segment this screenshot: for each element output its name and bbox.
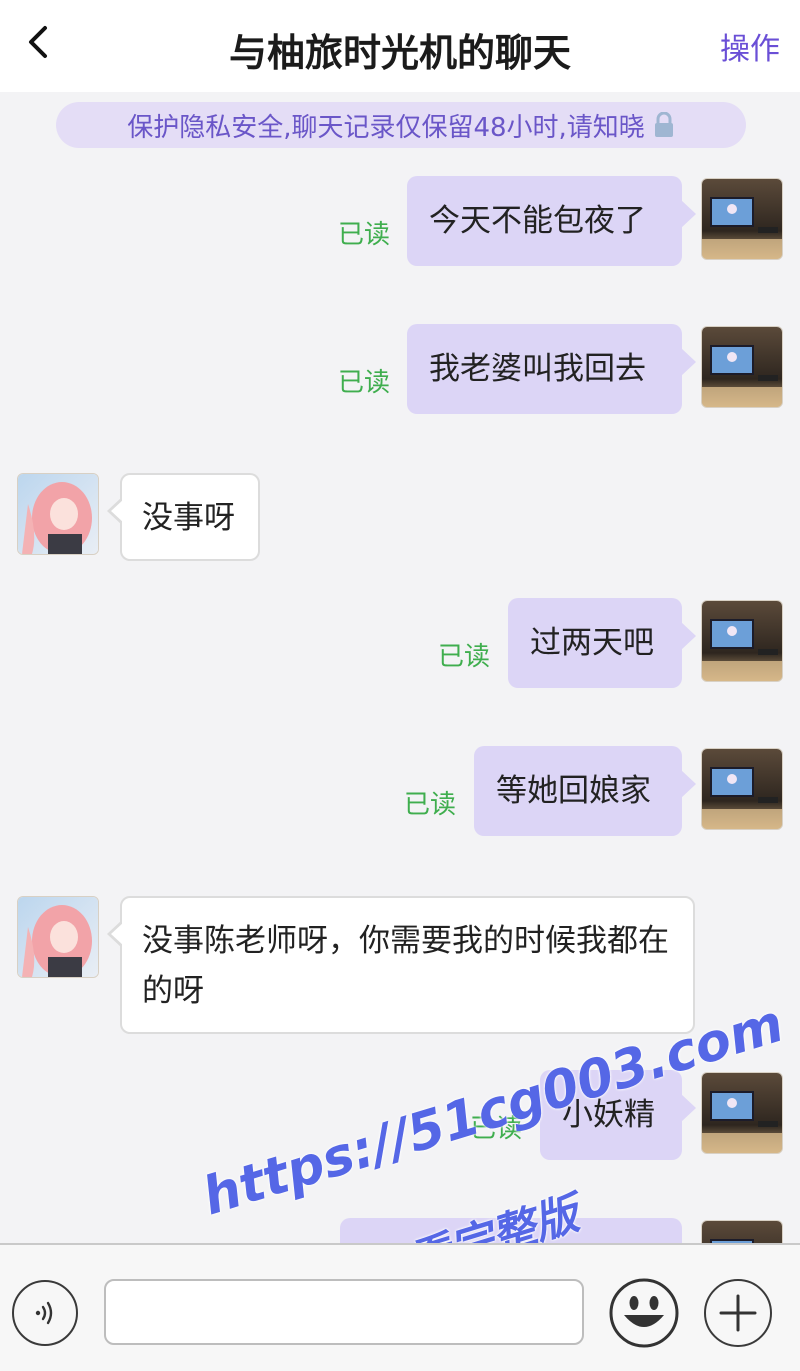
lock-icon [653, 112, 675, 138]
operation-button[interactable]: 操作 [720, 24, 780, 68]
privacy-notice: 保护隐私安全,聊天记录仅保留48小时,请知晓 [56, 102, 746, 148]
contact-avatar[interactable] [17, 473, 99, 555]
self-avatar[interactable] [701, 748, 783, 830]
voice-button[interactable] [12, 1280, 78, 1346]
self-avatar[interactable] [701, 178, 783, 260]
message-bubble-outgoing[interactable]: 过两天吧 [508, 598, 696, 688]
read-status: 已读 [438, 642, 491, 672]
emoji-button[interactable] [608, 1277, 680, 1349]
plus-icon [719, 1294, 757, 1332]
message-bubble-outgoing[interactable]: 今天不能包夜了 [407, 176, 696, 266]
contact-avatar[interactable] [17, 896, 99, 978]
top-bar: 与柚旅时光机的聊天 操作 [0, 0, 800, 92]
self-avatar[interactable] [701, 326, 783, 408]
read-status: 已读 [338, 220, 391, 250]
read-status: 已读 [338, 368, 391, 398]
message-bubble-incoming[interactable]: 没事陈老师呀，你需要我的时候我都在的呀 [107, 896, 695, 1034]
emoji-icon [609, 1278, 679, 1348]
self-avatar[interactable] [701, 1072, 783, 1154]
message-bubble-outgoing[interactable]: 我老婆叫我回去 [407, 324, 696, 414]
more-button[interactable] [704, 1279, 772, 1347]
message-bubble-incoming[interactable]: 没事呀 [107, 473, 260, 561]
input-bar [0, 1243, 800, 1371]
read-status: 已读 [404, 790, 457, 820]
voice-icon [35, 1301, 53, 1325]
message-input[interactable] [104, 1279, 584, 1345]
message-bubble-outgoing[interactable]: 等她回娘家 [474, 746, 696, 836]
privacy-notice-text: 保护隐私安全,聊天记录仅保留48小时,请知晓 [127, 112, 645, 143]
self-avatar[interactable] [701, 600, 783, 682]
chat-title: 与柚旅时光机的聊天 [228, 31, 571, 75]
